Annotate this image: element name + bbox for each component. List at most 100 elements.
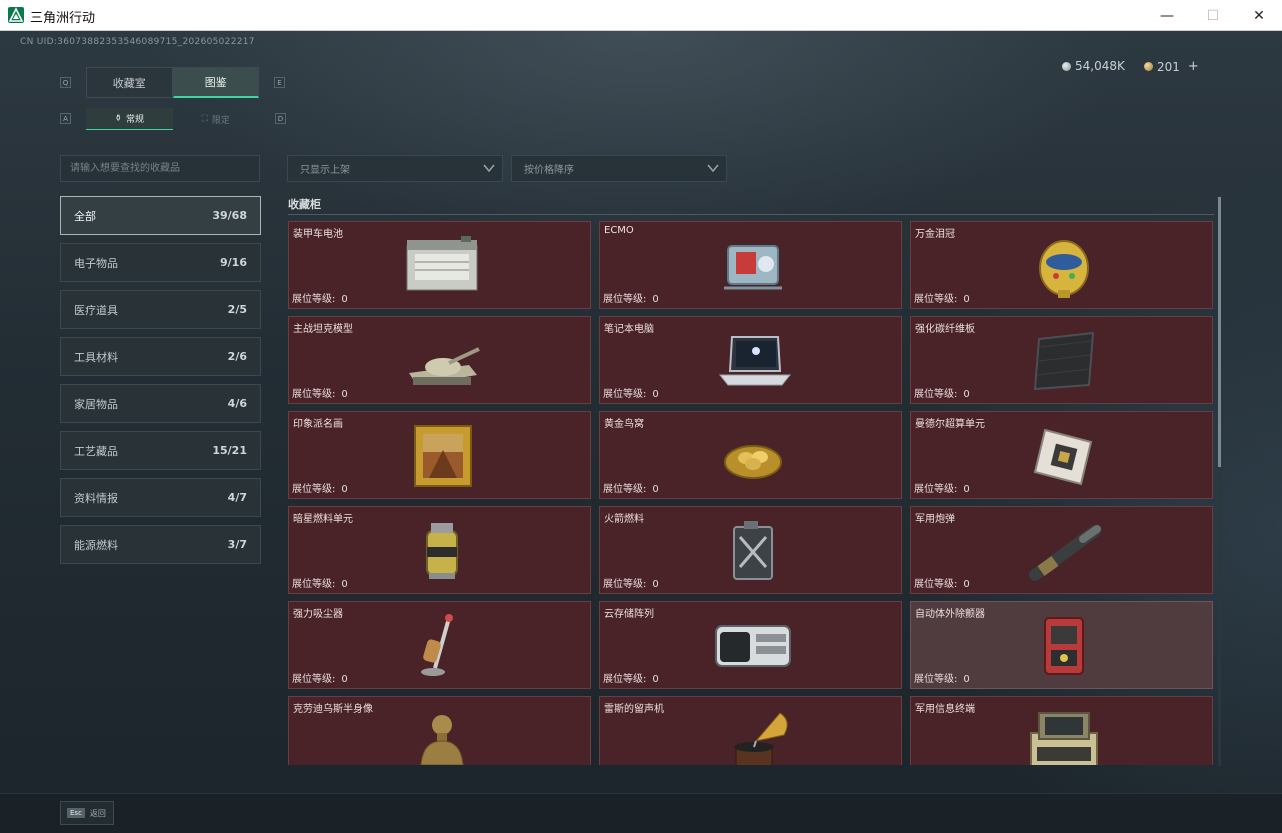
category-all[interactable]: 全部 39/68 (60, 196, 261, 235)
collection-card[interactable]: 军用信息终端展位等级:0 (910, 696, 1213, 765)
main-tabs: 收藏室 图鉴 (86, 67, 259, 98)
display-level-label: 展位等级: (292, 579, 336, 590)
collection-card[interactable]: 强力吸尘器 展位等级: 0 (288, 601, 591, 689)
player-uid: CN UID:36073882353546089715_202605022217 (20, 37, 255, 47)
section-title: 收藏柜 (288, 198, 321, 211)
collection-card[interactable]: 自动体外除颤器 展位等级: 0 (910, 601, 1213, 689)
display-level-value: 0 (963, 294, 970, 305)
collection-item-name: 主战坦克模型 (293, 324, 353, 335)
display-level-label: 展位等级: (914, 484, 958, 495)
display-level-value: 0 (963, 579, 970, 590)
collection-card[interactable]: ECMO 展位等级: 0 (599, 221, 902, 309)
collection-card[interactable]: 印象派名画展位等级: 0 (288, 411, 591, 499)
tab-catalog[interactable]: 图鉴 (172, 67, 259, 98)
category-household[interactable]: 家居物品 4/6 (60, 384, 261, 423)
gramophone-icon (710, 707, 796, 765)
category-count: 3/7 (227, 538, 247, 551)
military-terminal-icon (1021, 707, 1107, 765)
display-level: 展位等级: 0 (603, 670, 659, 685)
collection-card[interactable]: 火箭燃料 展位等级: 0 (599, 506, 902, 594)
display-level-value: 0 (963, 674, 970, 685)
collection-item-name: 黄金鸟窝 (604, 419, 644, 430)
display-level-value: 0 (341, 389, 348, 400)
display-level-label: 展位等级: (603, 579, 647, 590)
collection-card[interactable]: 万金泪冠 展位等级: 0 (910, 221, 1213, 309)
category-label: 全部 (74, 209, 96, 223)
display-level-value: 0 (963, 389, 970, 400)
defibrillator-icon (1021, 612, 1107, 678)
category-list: 全部 39/68 电子物品 9/16 医疗道具 2/5 工具材料 2/6 家居物品 4/6… (60, 196, 261, 572)
category-count: 4/7 (227, 491, 247, 504)
category-count: 2/5 (227, 303, 247, 316)
display-level-value: 0 (652, 579, 659, 590)
shelf-filter-dropdown[interactable]: 只显示上架 (287, 155, 503, 182)
collection-item-name: 印象派名画 (293, 419, 343, 430)
display-level: 展位等级: 0 (603, 575, 659, 590)
display-level-label: 展位等级: (292, 294, 336, 305)
painting-icon (399, 422, 485, 488)
display-level-label: 展位等级: (914, 294, 958, 305)
game-area: CN UID:36073882353546089715_202605022217… (0, 31, 1282, 833)
tab-collection-room[interactable]: 收藏室 (86, 67, 173, 98)
back-button[interactable]: Esc 返回 (60, 801, 114, 825)
display-level-label: 展位等级: (292, 674, 336, 685)
sub-tabs: ⚱ 常规 ⛶ 限定 (86, 108, 259, 130)
collection-item-name: 军用炮弹 (915, 514, 955, 525)
vacuum-icon (399, 612, 485, 678)
category-label: 资料情报 (74, 491, 118, 505)
display-level-label: 展位等级: (914, 674, 958, 685)
category-label: 电子物品 (74, 256, 118, 270)
silver-coin-icon (1062, 61, 1071, 71)
display-level: 展位等级: 0 (914, 290, 970, 305)
scrollbar-thumb[interactable] (1218, 197, 1221, 467)
category-fuel[interactable]: 能源燃料 3/7 (60, 525, 261, 564)
collection-card[interactable]: 曼德尔超算单元 展位等级: 0 (910, 411, 1213, 499)
collection-card[interactable]: 云存储阵列 展位等级: 0 (599, 601, 902, 689)
rocket-fuel-icon (710, 517, 796, 583)
display-level: 展位等级: 0 (603, 290, 659, 305)
search-input[interactable] (60, 155, 260, 182)
keyhint-q: Q (60, 77, 71, 88)
bottom-bar: Esc 返回 (0, 793, 1282, 833)
collection-card[interactable]: 主战坦克模型展位等级: 0 (288, 316, 591, 404)
collection-card[interactable]: 黄金鸟窝 展位等级: 0 (599, 411, 902, 499)
maximize-button[interactable]: ☐ (1190, 0, 1236, 31)
collection-card[interactable]: 强化碳纤维板 展位等级: 0 (910, 316, 1213, 404)
currency-primary-value: 54,048K (1075, 59, 1125, 73)
collection-card[interactable]: 笔记本电脑 展位等级: 0 (599, 316, 902, 404)
subtab-regular[interactable]: ⚱ 常规 (86, 108, 173, 130)
subtab-limited[interactable]: ⛶ 限定 (173, 108, 260, 130)
category-medical[interactable]: 医疗道具 2/5 (60, 290, 261, 329)
category-count: 9/16 (220, 256, 247, 269)
fuel-cell-icon (399, 517, 485, 583)
display-level-label: 展位等级: (603, 484, 647, 495)
sort-dropdown[interactable]: 按价格降序 (511, 155, 727, 182)
display-level: 展位等级: 0 (292, 385, 348, 400)
currency-primary: 54,048K (1062, 59, 1125, 73)
chevron-down-icon (483, 164, 495, 173)
display-level-value: 0 (652, 674, 659, 685)
display-level-label: 展位等级: (603, 389, 647, 400)
collection-item-name: 曼德尔超算单元 (915, 419, 985, 430)
category-tools[interactable]: 工具材料 2/6 (60, 337, 261, 376)
collection-card[interactable]: 军用炮弹 展位等级: 0 (910, 506, 1213, 594)
category-count: 39/68 (212, 209, 247, 222)
collection-card[interactable]: 雷斯的留声机展位等级:0 (599, 696, 902, 765)
close-button[interactable]: ✕ (1236, 0, 1282, 31)
collection-item-name: 克劳迪乌斯半身像 (293, 704, 373, 715)
display-level: 展位等级: 0 (292, 480, 348, 495)
collection-card[interactable]: 暗星燃料单元 展位等级: 0 (288, 506, 591, 594)
section-divider (288, 214, 1214, 215)
tank-model-icon (399, 327, 485, 393)
gold-coin-icon (1144, 62, 1153, 71)
add-currency-button[interactable]: + (1188, 59, 1199, 74)
subtab-regular-label: 常规 (126, 115, 145, 125)
category-crafts[interactable]: 工艺藏品 15/21 (60, 431, 261, 470)
category-intel[interactable]: 资料情报 4/7 (60, 478, 261, 517)
collection-card[interactable]: 装甲车电池 展位等级: 0 (288, 221, 591, 309)
app-logo-icon (8, 7, 24, 23)
collection-card[interactable]: 克劳迪乌斯半身像展位等级:0 (288, 696, 591, 765)
display-level: 展位等级: 0 (292, 290, 348, 305)
minimize-button[interactable]: — (1144, 0, 1190, 31)
category-electronics[interactable]: 电子物品 9/16 (60, 243, 261, 282)
